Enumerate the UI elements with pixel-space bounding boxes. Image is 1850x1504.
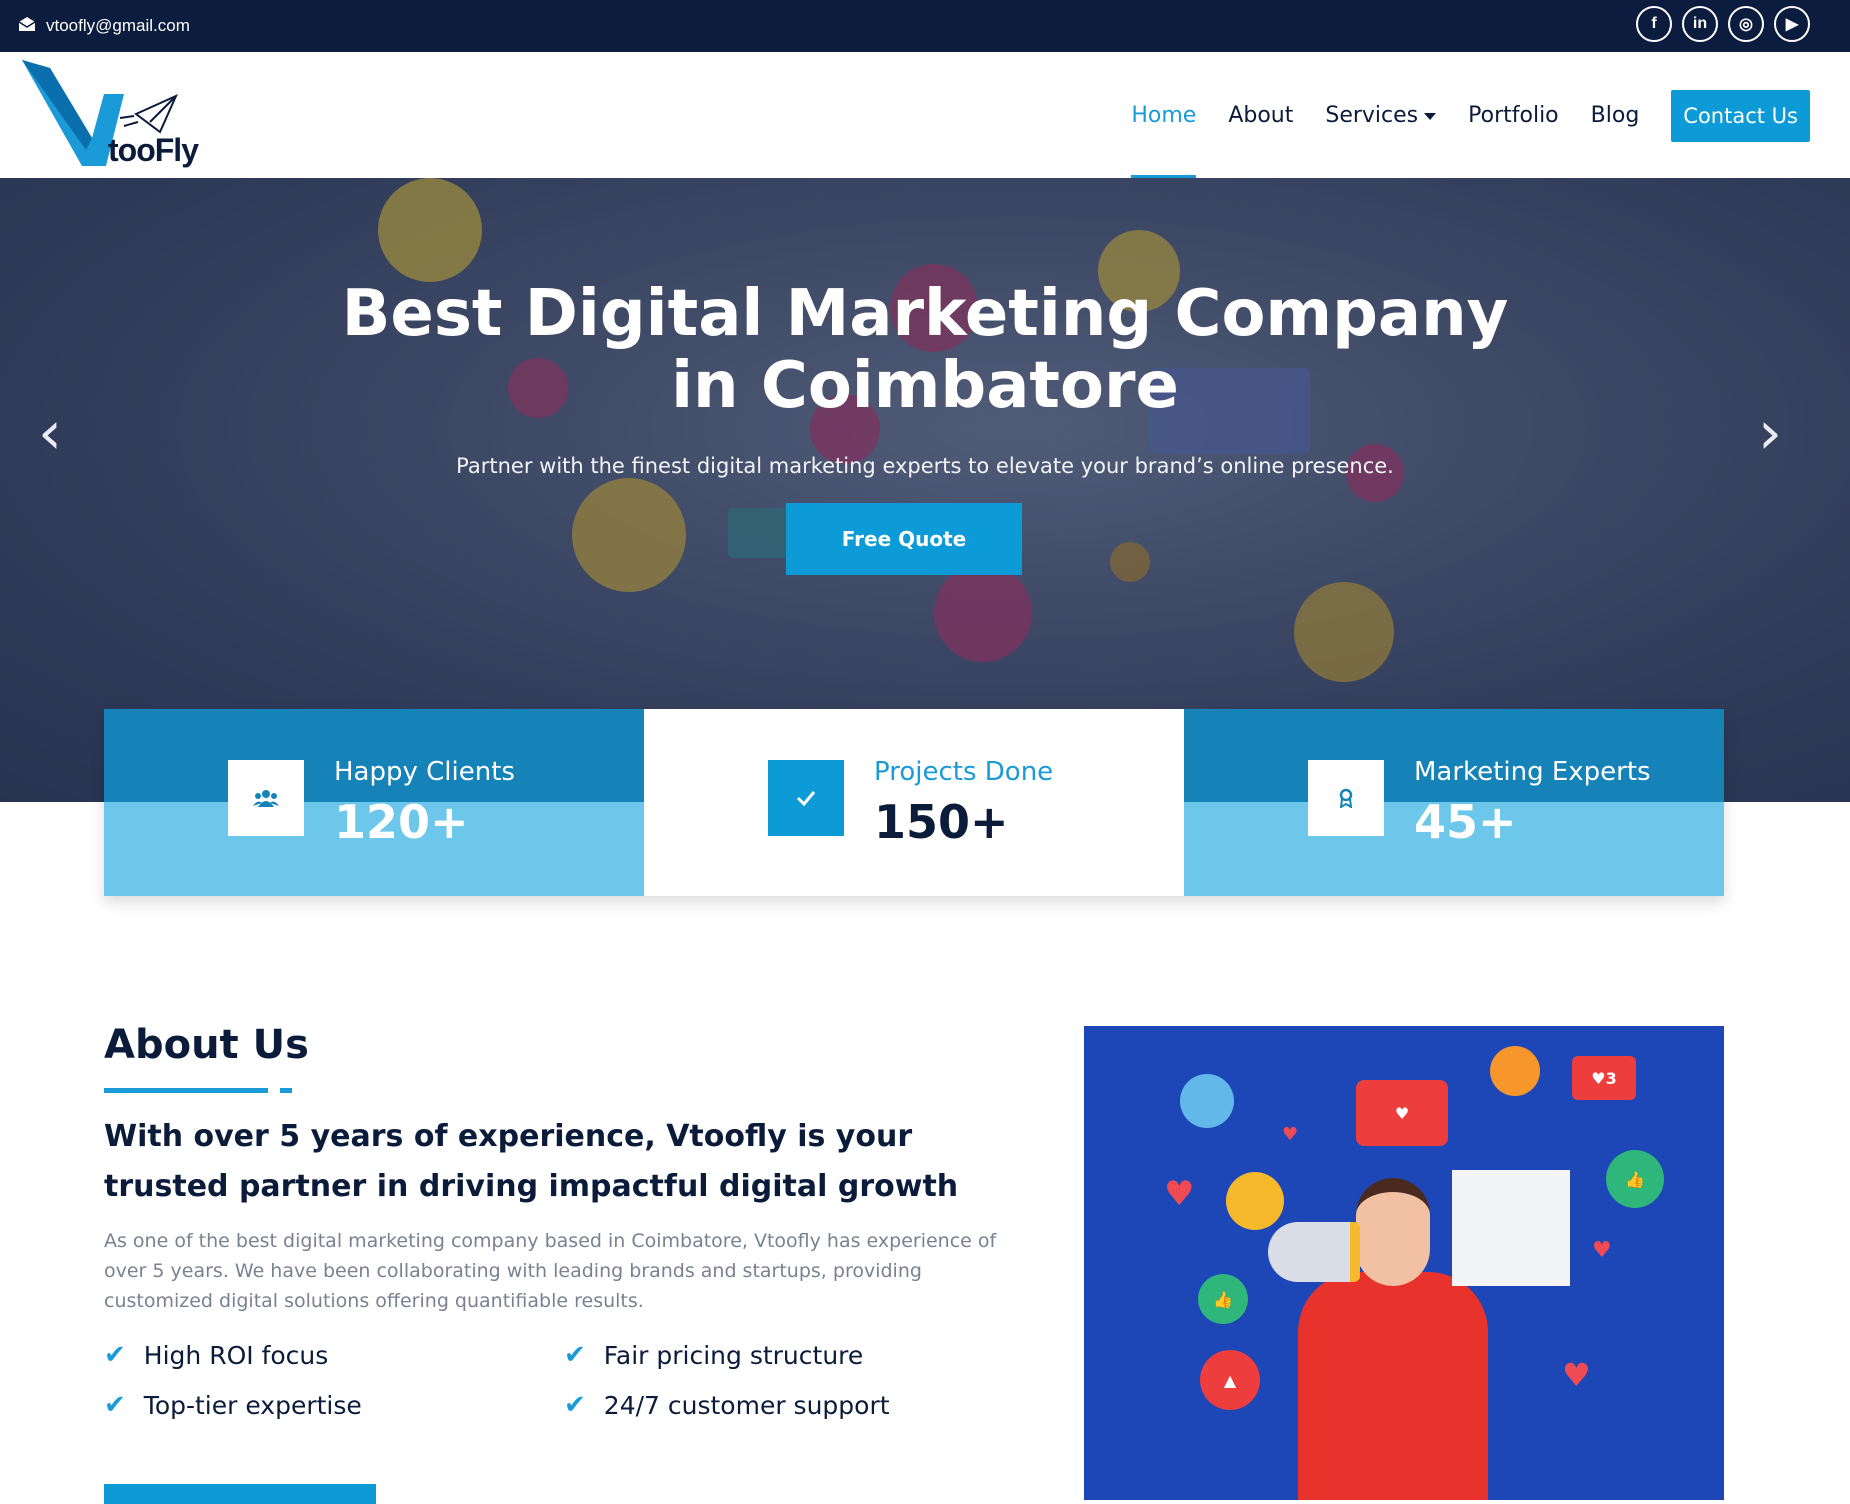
main-nav: Home About Services Portfolio Blog Conta… — [1131, 88, 1810, 178]
check-icon — [768, 760, 844, 836]
hero-title: Best Digital Marketing Company in Coimba… — [0, 278, 1850, 422]
check-icon: ✔ — [104, 1340, 126, 1370]
heart-message-icon: ♥ — [1356, 1080, 1448, 1146]
about-more-button[interactable] — [104, 1484, 376, 1504]
nav-home[interactable]: Home — [1131, 88, 1196, 178]
feature-item: ✔ Top-tier expertise — [104, 1390, 362, 1420]
caret-down-icon — [1424, 112, 1437, 120]
instagram-icon[interactable]: ◎ — [1728, 6, 1764, 42]
heart-icon: ♥ — [1562, 1356, 1591, 1394]
stats-strip: Happy Clients 120+ Projects Done 150+ Ma… — [104, 709, 1724, 896]
facebook-icon[interactable]: f — [1636, 6, 1672, 42]
stat-value: 45+ — [1414, 795, 1517, 849]
envelope-icon — [18, 16, 36, 37]
feature-label: Fair pricing structure — [603, 1340, 864, 1370]
youtube-icon[interactable]: ▶ — [1774, 6, 1810, 42]
hero-title-line1: Best Digital Marketing Company — [341, 277, 1509, 351]
heart-icon: ♥ — [1592, 1238, 1612, 1263]
email-contact[interactable]: vtoofly@gmail.com — [18, 0, 190, 52]
award-icon — [1308, 760, 1384, 836]
feature-item: ✔ Fair pricing structure — [564, 1340, 863, 1370]
linkedin-icon[interactable]: in — [1682, 6, 1718, 42]
logo-text: tooFly — [108, 132, 199, 168]
shopping-bag-icon — [1452, 1170, 1570, 1286]
check-icon: ✔ — [104, 1390, 126, 1420]
free-quote-button[interactable]: Free Quote — [786, 503, 1022, 575]
notification-icon: ♥3 — [1572, 1056, 1636, 1100]
about-title: About Us — [104, 1022, 309, 1068]
thumbs-up-icon: 👍 — [1198, 1274, 1248, 1324]
nav-about[interactable]: About — [1228, 88, 1293, 144]
navbar: tooFly Home About Services Portfolio Blo… — [0, 52, 1850, 178]
title-underline — [104, 1088, 268, 1093]
feature-label: 24/7 customer support — [603, 1390, 890, 1420]
stat-label: Projects Done — [874, 757, 1054, 787]
about-headline: With over 5 years of experience, Vtoofly… — [104, 1119, 959, 1204]
stat-marketing-experts: Marketing Experts 45+ — [1184, 709, 1724, 896]
stat-projects-done: Projects Done 150+ — [644, 709, 1184, 896]
share-icon — [1490, 1046, 1540, 1096]
social-links: f in ◎ ▶ — [1636, 6, 1810, 42]
check-icon: ✔ — [564, 1390, 586, 1420]
nav-services-label: Services — [1325, 103, 1419, 128]
top-bar: vtoofly@gmail.com f in ◎ ▶ — [0, 0, 1850, 52]
brand-logo[interactable]: tooFly — [20, 58, 220, 174]
hero-title-line2: in Coimbatore — [671, 349, 1179, 423]
alert-icon: ▲ — [1200, 1350, 1260, 1410]
about-body: As one of the best digital marketing com… — [104, 1230, 997, 1312]
about-image: ♥ ♥3 👍 👍 ▲ ♥ ♥ ♥ ♥ — [1084, 1026, 1724, 1500]
feature-label: Top-tier expertise — [143, 1390, 362, 1420]
feature-item: ✔ High ROI focus — [104, 1340, 328, 1370]
users-icon — [228, 760, 304, 836]
stat-label: Marketing Experts — [1414, 757, 1651, 787]
stat-label: Happy Clients — [334, 757, 515, 787]
thumbs-up-icon: 👍 — [1606, 1150, 1664, 1208]
nav-blog[interactable]: Blog — [1591, 88, 1640, 144]
chat-bubble-icon — [1180, 1074, 1234, 1128]
nav-services[interactable]: Services — [1325, 88, 1437, 144]
nav-portfolio[interactable]: Portfolio — [1468, 88, 1559, 144]
heart-icon: ♥ — [1164, 1174, 1195, 1214]
contact-us-button[interactable]: Contact Us — [1671, 90, 1810, 142]
feature-label: High ROI focus — [143, 1340, 329, 1370]
heart-icon: ♥ — [1282, 1124, 1299, 1145]
feature-item: ✔ 24/7 customer support — [564, 1390, 890, 1420]
woman-sweater-illustration — [1298, 1272, 1488, 1500]
title-underline-dot — [280, 1088, 292, 1093]
email-text: vtoofly@gmail.com — [46, 16, 190, 35]
check-icon: ✔ — [564, 1340, 586, 1370]
stat-value: 150+ — [874, 795, 1009, 849]
woman-head-illustration — [1356, 1178, 1430, 1286]
megaphone-icon — [1268, 1222, 1360, 1282]
stat-value: 120+ — [334, 795, 469, 849]
stat-happy-clients: Happy Clients 120+ — [104, 709, 644, 896]
user-icon — [1226, 1172, 1284, 1230]
hero-subtitle: Partner with the finest digital marketin… — [456, 454, 1394, 478]
